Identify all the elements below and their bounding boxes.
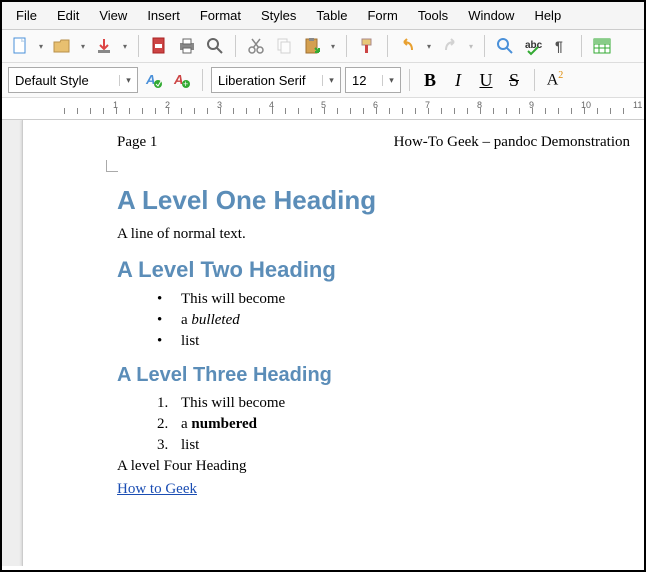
new-style-icon[interactable]: A+: [170, 68, 194, 92]
heading-3: A Level Three Heading: [117, 364, 630, 387]
document-area[interactable]: Page 1 How-To Geek – pandoc Demonstratio…: [2, 120, 644, 566]
list-item: 2.a numbered: [117, 416, 630, 433]
separator: [409, 69, 410, 91]
menu-edit[interactable]: Edit: [47, 4, 89, 27]
cut-icon[interactable]: [244, 34, 268, 58]
paragraph-style-select[interactable]: Default Style ▾: [8, 67, 138, 93]
heading-1: A Level One Heading: [117, 185, 630, 216]
list-number: 3.: [157, 437, 181, 454]
formatting-marks-icon[interactable]: ¶: [549, 34, 573, 58]
toolbar-main: ▾ ▾ ▾ ▾ ▾ ▾ abc ¶: [2, 30, 644, 63]
horizontal-ruler[interactable]: 1234567891011: [2, 98, 644, 120]
menubar: File Edit View Insert Format Styles Tabl…: [2, 2, 644, 30]
paragraph: A line of normal text.: [117, 226, 630, 243]
list-number: 1.: [157, 395, 181, 412]
list-item: •list: [117, 333, 630, 350]
svg-text:A: A: [145, 72, 155, 87]
page-number: Page 1: [117, 134, 157, 151]
separator: [202, 69, 203, 91]
copy-icon[interactable]: [272, 34, 296, 58]
font-size-value: 12: [346, 73, 372, 88]
new-doc-icon[interactable]: [8, 34, 32, 58]
list-item: •a bulleted: [117, 312, 630, 329]
paste-dropdown[interactable]: ▾: [328, 42, 338, 51]
page-margin-marker: [106, 160, 118, 172]
undo-dropdown[interactable]: ▾: [424, 42, 434, 51]
font-name-select[interactable]: Liberation Serif ▾: [211, 67, 341, 93]
paragraph-style-value: Default Style: [9, 73, 95, 88]
separator: [387, 35, 388, 57]
menu-window[interactable]: Window: [458, 4, 524, 27]
bullet-icon: •: [157, 333, 181, 350]
spellcheck-icon[interactable]: abc: [521, 34, 545, 58]
open-dropdown[interactable]: ▾: [78, 42, 88, 51]
menu-help[interactable]: Help: [524, 4, 571, 27]
font-size-select[interactable]: 12 ▾: [345, 67, 401, 93]
list-item: •This will become: [117, 291, 630, 308]
redo-icon[interactable]: [438, 34, 462, 58]
page: Page 1 How-To Geek – pandoc Demonstratio…: [22, 120, 644, 566]
header-title: How-To Geek – pandoc Demonstration: [394, 134, 630, 151]
undo-icon[interactable]: [396, 34, 420, 58]
underline-button[interactable]: U: [474, 68, 498, 92]
paragraph: A level Four Heading: [117, 458, 630, 475]
svg-text:A: A: [173, 72, 183, 87]
separator: [346, 35, 347, 57]
separator: [235, 35, 236, 57]
menu-tools[interactable]: Tools: [408, 4, 458, 27]
list-number: 2.: [157, 416, 181, 433]
bullet-icon: •: [157, 291, 181, 308]
menu-view[interactable]: View: [89, 4, 137, 27]
svg-text:abc: abc: [525, 40, 543, 51]
superscript-button[interactable]: A2: [543, 68, 567, 92]
list-item: 1.This will become: [117, 395, 630, 412]
save-icon[interactable]: [92, 34, 116, 58]
bold-button[interactable]: B: [418, 68, 442, 92]
redo-dropdown[interactable]: ▾: [466, 42, 476, 51]
paste-icon[interactable]: [300, 34, 324, 58]
toolbar-formatting: Default Style ▾ A A+ Liberation Serif ▾ …: [2, 63, 644, 98]
bullet-icon: •: [157, 312, 181, 329]
update-style-icon[interactable]: A: [142, 68, 166, 92]
new-doc-dropdown[interactable]: ▾: [36, 42, 46, 51]
svg-text:+: +: [183, 79, 188, 89]
italic-button[interactable]: I: [446, 68, 470, 92]
separator: [581, 35, 582, 57]
list-item: 3.list: [117, 437, 630, 454]
page-header: Page 1 How-To Geek – pandoc Demonstratio…: [23, 134, 644, 151]
strikethrough-button[interactable]: S: [502, 68, 526, 92]
save-dropdown[interactable]: ▾: [120, 42, 130, 51]
menu-insert[interactable]: Insert: [137, 4, 190, 27]
heading-2: A Level Two Heading: [117, 257, 630, 283]
separator: [138, 35, 139, 57]
print-preview-icon[interactable]: [203, 34, 227, 58]
font-name-value: Liberation Serif: [212, 73, 311, 88]
insert-table-icon[interactable]: [590, 34, 614, 58]
open-icon[interactable]: [50, 34, 74, 58]
clone-formatting-icon[interactable]: [355, 34, 379, 58]
menu-file[interactable]: File: [6, 4, 47, 27]
print-icon[interactable]: [175, 34, 199, 58]
svg-text:¶: ¶: [555, 38, 563, 54]
hyperlink[interactable]: How to Geek: [117, 481, 197, 497]
menu-format[interactable]: Format: [190, 4, 251, 27]
separator: [534, 69, 535, 91]
find-replace-icon[interactable]: [493, 34, 517, 58]
export-pdf-icon[interactable]: [147, 34, 171, 58]
separator: [484, 35, 485, 57]
menu-form[interactable]: Form: [357, 4, 407, 27]
menu-styles[interactable]: Styles: [251, 4, 306, 27]
menu-table[interactable]: Table: [306, 4, 357, 27]
